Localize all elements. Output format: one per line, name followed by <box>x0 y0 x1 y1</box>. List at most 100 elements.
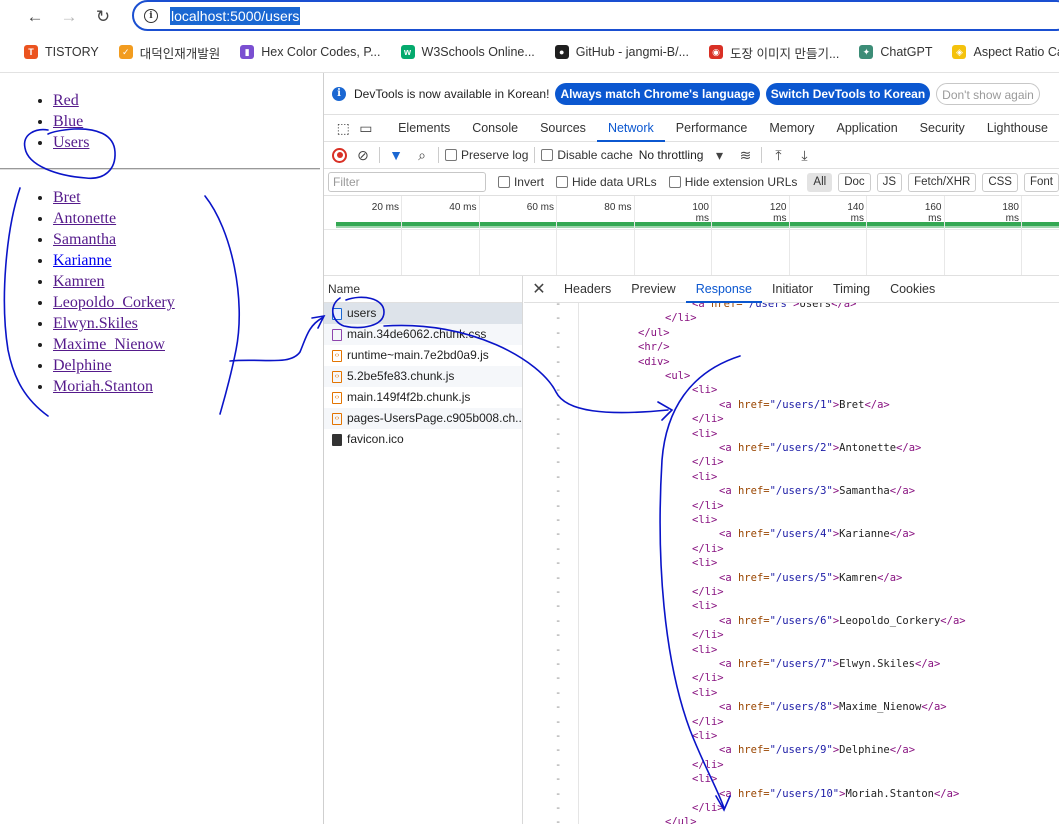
code-text: <div> <box>638 355 670 368</box>
nav-link-blue[interactable]: Blue <box>53 113 83 130</box>
tab-console[interactable]: Console <box>461 115 529 142</box>
network-conditions-icon[interactable]: ≋ <box>735 147 755 164</box>
request-name: main.149f4f2b.chunk.js <box>347 390 471 404</box>
throttling-select[interactable]: No throttling <box>639 148 704 162</box>
network-timeline[interactable]: 20 ms 40 ms 60 ms 80 ms 100 ms 120 ms 140 ms 16… <box>324 196 1059 276</box>
line-marker: - <box>555 571 562 584</box>
request-row[interactable]: users <box>324 303 522 324</box>
user-link[interactable]: Samantha <box>53 231 116 248</box>
request-row[interactable]: ‹› 5.2be5fe83.chunk.js <box>324 366 522 387</box>
tab-security[interactable]: Security <box>909 115 976 142</box>
reload-icon[interactable]: ↻ <box>89 3 117 31</box>
bookmark-item[interactable]: ◉ 도장 이미지 만들기... <box>709 43 839 62</box>
user-link[interactable]: Bret <box>53 189 81 206</box>
forward-arrow-icon[interactable]: → <box>55 3 83 31</box>
bookmark-item[interactable]: ✦ ChatGPT <box>859 45 932 59</box>
back-arrow-icon[interactable]: ← <box>21 3 49 31</box>
user-link[interactable]: Maxime_Nienow <box>53 336 165 353</box>
request-row[interactable]: ‹› main.149f4f2b.chunk.js <box>324 387 522 408</box>
bookmark-item[interactable]: ● GitHub - jangmi-B/... <box>554 45 689 59</box>
name-column-header[interactable]: Name <box>324 276 522 303</box>
user-link[interactable]: Leopoldo_Corkery <box>53 294 175 311</box>
request-row[interactable]: favicon.ico <box>324 429 522 450</box>
nav-list: Red Blue Users <box>0 90 89 153</box>
record-icon[interactable] <box>332 147 347 163</box>
code-text: </ul> <box>638 326 670 339</box>
tab-lighthouse[interactable]: Lighthouse <box>976 115 1059 142</box>
match-language-button[interactable]: Always match Chrome's language <box>555 82 760 105</box>
divider <box>438 147 439 163</box>
address-bar[interactable]: i localhost:5000/users <box>132 0 1059 31</box>
timeline-gridline <box>788 196 790 275</box>
tab-memory[interactable]: Memory <box>758 115 825 142</box>
dont-show-again-button[interactable]: Don't show again <box>936 82 1040 105</box>
search-icon[interactable]: ⌕ <box>412 147 432 164</box>
request-row[interactable]: ‹› runtime~main.7e2bd0a9.js <box>324 345 522 366</box>
tab-elements[interactable]: Elements <box>387 115 461 142</box>
preserve-log-checkbox[interactable]: Preserve log <box>445 148 528 162</box>
code-text: </li> <box>692 499 724 512</box>
detail-tab-cookies[interactable]: Cookies <box>880 276 945 303</box>
request-name: favicon.ico <box>347 432 404 446</box>
request-row[interactable]: main.34de6062.chunk.css <box>324 324 522 345</box>
hide-extension-urls-checkbox[interactable]: Hide extension URLs <box>668 175 797 189</box>
code-text: </li> <box>692 802 724 814</box>
url-text[interactable]: localhost:5000/users <box>170 6 301 25</box>
code-line: - <li> <box>524 729 1059 743</box>
site-info-icon[interactable]: i <box>144 8 158 23</box>
close-icon[interactable]: ✕ <box>524 279 554 299</box>
detail-tab-response[interactable]: Response <box>685 276 763 303</box>
filter-chip-js[interactable]: JS <box>876 172 903 192</box>
upload-icon[interactable]: ⤒ <box>768 147 788 164</box>
tab-network[interactable]: Network <box>596 115 665 142</box>
bookmark-item[interactable]: ▮ Hex Color Codes, P... <box>240 45 381 59</box>
tab-performance[interactable]: Performance <box>665 115 759 142</box>
request-row[interactable]: ‹› pages-UsersPage.c905b008.ch... <box>324 408 522 429</box>
detail-tab-initiator[interactable]: Initiator <box>762 276 823 303</box>
user-link[interactable]: Moriah.Stanton <box>53 378 153 395</box>
request-name: main.34de6062.chunk.css <box>347 327 487 341</box>
filter-icon[interactable]: ▼ <box>386 147 406 163</box>
bookmark-favicon-icon: ◉ <box>709 45 723 59</box>
chevron-down-icon[interactable]: ▾ <box>709 147 729 164</box>
line-marker: - <box>555 715 562 728</box>
tab-sources[interactable]: Sources <box>529 115 597 142</box>
hide-data-urls-checkbox[interactable]: Hide data URLs <box>555 175 657 189</box>
detail-tab-timing[interactable]: Timing <box>823 276 880 303</box>
line-marker: - <box>555 413 562 426</box>
user-link[interactable]: Karianne <box>53 252 112 269</box>
filter-chip-font[interactable]: Font <box>1023 172 1059 192</box>
filter-chip-css[interactable]: CSS <box>982 172 1018 192</box>
inspect-element-icon[interactable]: ⬚ <box>332 116 355 140</box>
user-link[interactable]: Kamren <box>53 273 105 290</box>
tab-application[interactable]: Application <box>826 115 909 142</box>
code-text: <a href="/users/4">Karianne</a> <box>719 528 916 541</box>
user-link[interactable]: Antonette <box>53 210 116 227</box>
invert-checkbox[interactable]: Invert <box>497 175 544 189</box>
filter-chip-all[interactable]: All <box>807 172 833 192</box>
download-icon[interactable]: ⤓ <box>794 147 814 164</box>
disable-cache-checkbox[interactable]: Disable cache <box>541 148 633 162</box>
line-marker: - <box>555 514 562 526</box>
list-item: Bret <box>53 187 175 208</box>
language-notice: i DevTools is now available in Korean! A… <box>324 73 1059 115</box>
detail-tab-preview[interactable]: Preview <box>621 276 685 303</box>
filter-chip-doc[interactable]: Doc <box>838 172 871 192</box>
nav-link-users[interactable]: Users <box>53 134 89 151</box>
timeline-gridline <box>478 196 480 275</box>
detail-tab-headers[interactable]: Headers <box>554 276 621 303</box>
nav-link-red[interactable]: Red <box>53 92 79 109</box>
bookmark-item[interactable]: ◈ Aspect Ratio Ca <box>952 45 1059 59</box>
user-link[interactable]: Delphine <box>53 357 112 374</box>
switch-korean-button[interactable]: Switch DevTools to Korean <box>765 82 931 105</box>
user-link[interactable]: Elwyn.Skiles <box>53 315 138 332</box>
bookmark-item[interactable]: w W3Schools Online... <box>400 45 535 59</box>
filter-chip-fetchxhr[interactable]: Fetch/XHR <box>908 172 977 192</box>
bookmark-item[interactable]: T TISTORY <box>24 45 99 59</box>
bookmark-item[interactable]: ✓ 대덕인재개발원 <box>118 43 220 62</box>
device-toolbar-icon[interactable]: ▭ <box>355 116 378 140</box>
code-line: - </ul> <box>524 815 1059 824</box>
clear-icon[interactable]: ⊘ <box>353 147 373 164</box>
filter-input[interactable]: Filter <box>328 172 486 192</box>
code-line: - <li> <box>524 383 1059 397</box>
